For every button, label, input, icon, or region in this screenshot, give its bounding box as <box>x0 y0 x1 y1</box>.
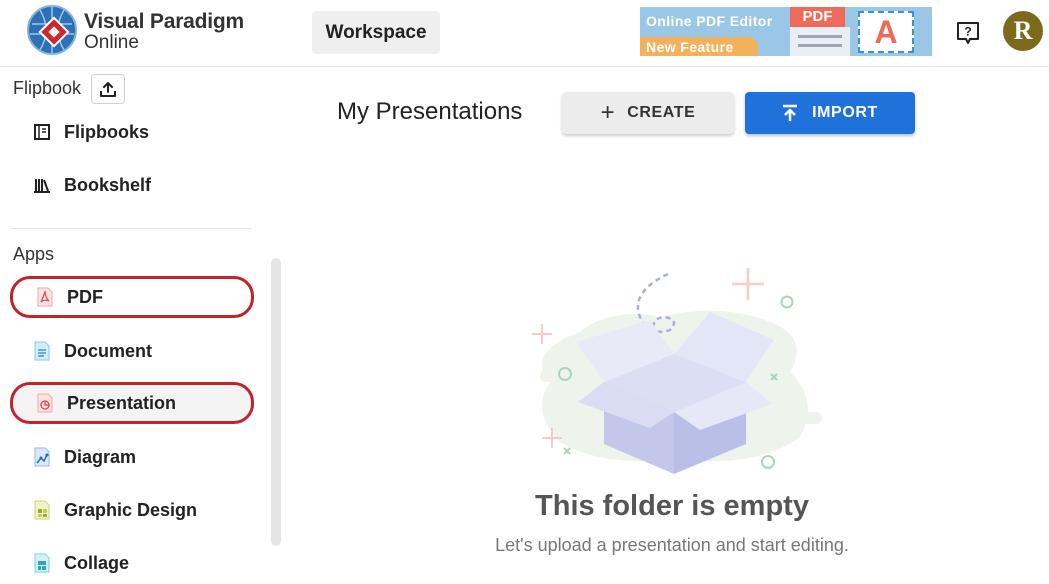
sidebar-item-label: Document <box>64 340 153 361</box>
workspace-button[interactable]: Workspace <box>312 11 440 54</box>
collage-icon <box>32 553 52 573</box>
sidebar-item-label: PDF <box>67 286 103 307</box>
sidebar-item-diagram[interactable]: Diagram <box>10 436 254 478</box>
sidebar-divider <box>10 228 252 229</box>
banner-title: Online PDF Editor <box>646 13 773 29</box>
empty-state-subtitle: Let's upload a presentation and start ed… <box>495 535 849 555</box>
upload-icon <box>100 82 116 97</box>
top-bar: Visual Paradigm Online Workspace Online … <box>0 0 1049 67</box>
page-title: My Presentations <box>337 98 523 125</box>
sidebar-item-presentation[interactable]: Presentation <box>10 382 254 424</box>
logo-subtitle: Online <box>84 32 139 53</box>
sidebar-item-label: Bookshelf <box>64 174 152 195</box>
sidebar-item-flipbooks[interactable]: Flipbooks <box>10 111 254 153</box>
presentation-icon <box>35 393 55 413</box>
banner-pdf-tag: PDF <box>790 7 845 27</box>
sidebar-item-pdf[interactable]: PDF <box>10 276 254 318</box>
banner-text-box-graphic: A <box>858 11 914 53</box>
sidebar: Flipbook Flipbooks Bookshelf Apps PDF Do… <box>0 68 290 581</box>
import-button[interactable]: IMPORT <box>745 92 915 134</box>
pdf-icon <box>35 287 55 307</box>
sidebar-item-bookshelf[interactable]: Bookshelf <box>10 164 254 206</box>
import-button-label: IMPORT <box>812 104 878 121</box>
pdf-editor-banner[interactable]: Online PDF Editor New Feature PDF A <box>640 7 932 56</box>
diagram-icon <box>32 447 52 467</box>
svg-text:?: ? <box>964 25 971 39</box>
sidebar-item-label: Presentation <box>67 392 177 413</box>
create-button-label: CREATE <box>627 104 696 121</box>
document-icon <box>32 341 52 361</box>
sidebar-item-document[interactable]: Document <box>10 330 254 372</box>
empty-state-title: This folder is empty <box>535 490 809 522</box>
sidebar-item-label: Diagram <box>64 446 137 467</box>
import-icon <box>783 104 798 121</box>
help-icon[interactable]: ? <box>955 20 981 46</box>
logo-title: Visual Paradigm <box>84 10 245 33</box>
flipbook-upload-button[interactable] <box>91 74 125 104</box>
bookshelf-icon <box>32 175 52 195</box>
user-avatar[interactable]: R <box>1003 11 1043 51</box>
sidebar-item-label: Flipbooks <box>64 121 149 142</box>
logo[interactable]: Visual Paradigm Online <box>26 4 256 60</box>
graphic-design-icon <box>32 500 52 520</box>
banner-new-feature-text: New Feature <box>646 39 734 55</box>
sidebar-item-label: Graphic Design <box>64 499 198 520</box>
visual-paradigm-logo-icon <box>27 5 77 55</box>
sidebar-item-graphic-design[interactable]: Graphic Design <box>10 489 254 531</box>
sidebar-scrollbar[interactable] <box>271 258 281 546</box>
apps-section-label: Apps <box>13 244 55 264</box>
plus-icon: + <box>600 99 616 126</box>
flipbook-section-label: Flipbook <box>13 78 82 98</box>
empty-box-illustration <box>532 268 822 474</box>
sidebar-item-collage[interactable]: Collage <box>10 542 254 584</box>
flipbook-icon <box>32 122 52 142</box>
banner-document-graphic <box>790 27 850 56</box>
sidebar-item-label: Collage <box>64 552 130 573</box>
create-button[interactable]: + CREATE <box>562 92 734 134</box>
